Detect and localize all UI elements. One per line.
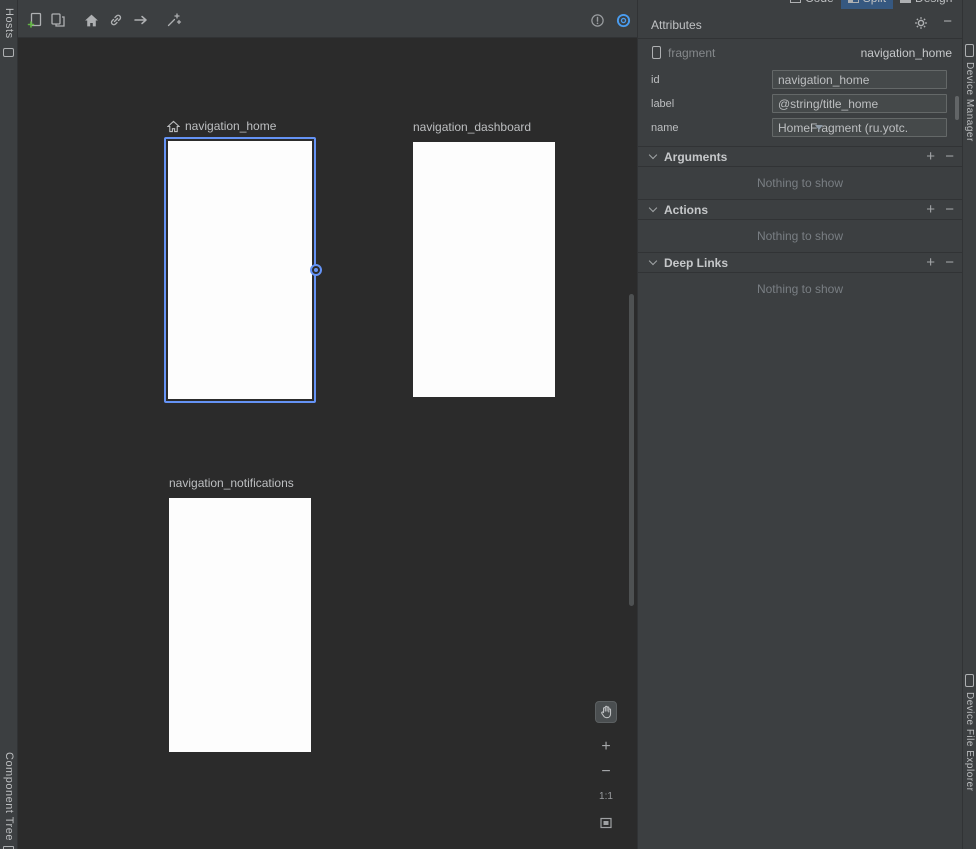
start-destination-home-icon (167, 120, 180, 133)
chevron-down-icon (649, 151, 657, 159)
action-connection-handle[interactable] (310, 264, 322, 276)
section-header-arguments[interactable]: Arguments + − (638, 146, 962, 167)
name-dropdown-value: HomeFragment (ru.yotc. (778, 121, 908, 135)
tool-button-device-manager[interactable]: Device Manager (964, 62, 975, 142)
id-field[interactable] (772, 70, 947, 89)
chevron-down-icon[interactable] (815, 125, 823, 130)
code-icon (790, 0, 801, 3)
device-manager-icon[interactable] (965, 44, 974, 57)
zoom-out-button[interactable]: − (598, 764, 614, 780)
hosts-icon[interactable] (3, 48, 14, 57)
duplicate-destination-button[interactable] (49, 11, 67, 29)
tab-split[interactable]: Split (841, 0, 893, 9)
tab-code-label: Code (805, 0, 834, 5)
fragment-navigation-notifications[interactable] (169, 498, 311, 752)
navigation-graph-canvas[interactable]: navigation_home navigation_dashboard nav… (18, 38, 637, 849)
fragment-label-navigation-notifications[interactable]: navigation_notifications (169, 476, 294, 490)
section-header-actions[interactable]: Actions + − (638, 199, 962, 220)
label-field[interactable] (772, 94, 947, 113)
warning-icon (590, 13, 605, 28)
chevron-down-icon (649, 204, 657, 212)
navigation-editor-toolbar (18, 0, 637, 38)
auto-arrange-button[interactable] (165, 11, 183, 29)
fragment-label-text: navigation_home (185, 119, 276, 133)
right-tool-strip: Device Manager Device File Explorer (962, 0, 976, 849)
duplicate-icon (50, 12, 66, 28)
remove-argument-icon[interactable]: − (945, 148, 954, 165)
fragment-navigation-home-selected[interactable] (164, 137, 316, 403)
go-to-destination-button[interactable] (132, 11, 150, 29)
help-icon (616, 13, 631, 28)
fragment-label-navigation-home[interactable]: navigation_home (167, 119, 276, 133)
section-title-actions: Actions (664, 203, 708, 217)
assign-start-destination-button[interactable] (82, 11, 100, 29)
tab-split-label: Split (863, 0, 886, 5)
fragment-label-navigation-dashboard[interactable]: navigation_dashboard (413, 120, 531, 134)
zoom-in-button[interactable]: + (598, 739, 614, 755)
fragment-navigation-dashboard[interactable] (413, 142, 555, 397)
chevron-down-icon (649, 257, 657, 265)
settings-button[interactable] (914, 16, 928, 30)
section-header-deep-links[interactable]: Deep Links + − (638, 252, 962, 273)
add-deep-link-icon[interactable]: + (926, 254, 935, 271)
link-destinations-button[interactable] (107, 11, 125, 29)
editor-mode-tabs-row: Code Split Design (783, 0, 959, 9)
panel-separator (638, 38, 962, 39)
label-field-label: label (651, 98, 674, 110)
help-button[interactable] (614, 11, 632, 29)
warnings-button[interactable] (588, 11, 606, 29)
actions-empty-text: Nothing to show (638, 229, 962, 243)
component-type: fragment (668, 46, 715, 60)
hand-icon (599, 705, 613, 719)
arguments-empty-text: Nothing to show (638, 176, 962, 190)
tab-design-label: Design (915, 0, 952, 5)
section-title-arguments: Arguments (664, 150, 727, 164)
id-field-label: id (651, 74, 660, 86)
fragment-label-text: navigation_notifications (169, 476, 294, 490)
hide-panel-button[interactable]: − (943, 13, 952, 30)
pan-tool-button[interactable] (595, 701, 617, 723)
zoom-to-fit-icon (600, 817, 612, 829)
name-field-label: name (651, 122, 679, 134)
tool-button-component-tree[interactable]: Component Tree (3, 752, 15, 841)
component-id: navigation_home (861, 46, 952, 60)
name-dropdown[interactable]: HomeFragment (ru.yotc. (772, 118, 947, 137)
fragment-icon (652, 46, 661, 59)
design-icon (900, 0, 911, 3)
panel-scrollbar-thumb[interactable] (955, 96, 959, 120)
fragment-preview[interactable] (168, 141, 312, 399)
add-argument-icon[interactable]: + (926, 148, 935, 165)
device-file-explorer-icon[interactable] (965, 674, 974, 687)
canvas-vertical-scrollbar[interactable] (629, 294, 634, 606)
left-tool-strip: Hosts Component Tree (0, 0, 18, 849)
tab-design[interactable]: Design (893, 0, 959, 9)
remove-action-icon[interactable]: − (945, 201, 954, 218)
split-icon (848, 0, 859, 3)
editor-mode-tabs: Code Split Design (783, 0, 962, 9)
remove-deep-link-icon[interactable]: − (945, 254, 954, 271)
gear-icon (914, 16, 928, 30)
deep-links-empty-text: Nothing to show (638, 282, 962, 296)
link-icon (108, 12, 124, 28)
attributes-panel: Attributes − fragment navigation_home id… (637, 0, 962, 849)
tool-button-hosts[interactable]: Hosts (3, 8, 15, 39)
tool-button-device-file-explorer[interactable]: Device File Explorer (964, 692, 975, 791)
new-destination-button[interactable] (26, 11, 44, 29)
zoom-to-100-button[interactable]: 1:1 (596, 791, 616, 802)
add-action-icon[interactable]: + (926, 201, 935, 218)
new-destination-icon (27, 12, 43, 28)
magic-wand-icon (166, 12, 182, 28)
arrow-right-icon (133, 12, 149, 28)
zoom-to-fit-button[interactable] (600, 817, 612, 829)
section-title-deep-links: Deep Links (664, 256, 728, 270)
home-icon (84, 13, 99, 28)
attributes-panel-title: Attributes (651, 18, 702, 32)
tab-code[interactable]: Code (783, 0, 841, 9)
fragment-label-text: navigation_dashboard (413, 120, 531, 134)
